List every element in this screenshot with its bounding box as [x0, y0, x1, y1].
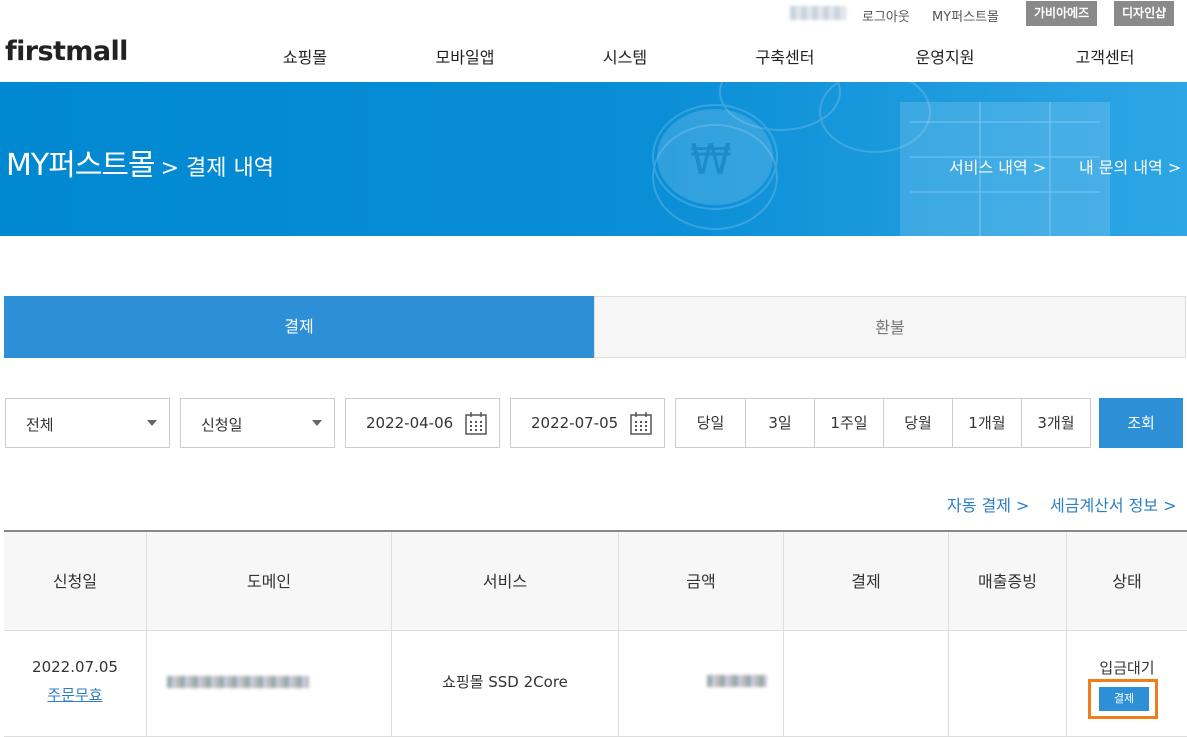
period-3days-button[interactable]: 3일	[745, 399, 814, 447]
col-payment: 결제	[783, 532, 948, 631]
svg-text:₩: ₩	[690, 135, 732, 184]
cell-amount	[618, 631, 783, 737]
chevron-down-icon	[312, 420, 322, 426]
end-date-field[interactable]: 2022-07-05	[510, 398, 665, 448]
design-shop-button[interactable]: 디자인샵	[1114, 1, 1175, 26]
user-name-blurred	[790, 6, 846, 20]
period-1week-button[interactable]: 1주일	[814, 399, 883, 447]
period-today-button[interactable]: 당일	[676, 399, 745, 447]
col-receipt: 매출증빙	[948, 532, 1066, 631]
period-3months-button[interactable]: 3개월	[1021, 399, 1090, 447]
page-title-sub: > 결제 내역	[160, 156, 274, 181]
period-button-group: 당일 3일 1주일 당월 1개월 3개월	[675, 398, 1091, 448]
period-1month-button[interactable]: 1개월	[952, 399, 1021, 447]
cancel-order-link[interactable]: 주문무효	[47, 686, 102, 704]
cell-date: 2022.07.05 주문무효	[4, 631, 146, 737]
col-amount: 금액	[618, 532, 783, 631]
col-date: 신청일	[52, 572, 98, 591]
tab-refund[interactable]: 환불	[594, 296, 1186, 358]
pay-button-highlight: 결제	[1088, 679, 1158, 719]
gabia-button[interactable]: 가비아에즈	[1026, 1, 1098, 26]
nav-shopping-mall[interactable]: 쇼핑몰	[283, 44, 327, 68]
date-type-select[interactable]: 신청일	[180, 398, 335, 448]
col-status: 상태	[1066, 532, 1187, 631]
start-date-field[interactable]: 2022-04-06	[345, 398, 500, 448]
nav-mobile-app[interactable]: 모바일앱	[436, 44, 495, 68]
filter-bar: 전체 신청일 2022-04-06 2022-07-05 당일 3일 1주일 당…	[0, 398, 1187, 448]
pay-button[interactable]: 결제	[1099, 687, 1149, 711]
search-button[interactable]: 조회	[1099, 398, 1183, 448]
nav-system[interactable]: 시스템	[603, 44, 647, 68]
tab-bar: 결제 환불	[4, 296, 1187, 358]
type-select-value: 전체	[26, 416, 54, 434]
auto-payment-link[interactable]: 자동 결제 >	[947, 492, 1029, 516]
cell-payment	[783, 631, 948, 737]
table-header: 신청일 도메인 서비스 금액 결제 매출증빙 상태	[4, 530, 1187, 631]
service-name: 쇼핑몰 SSD 2Core	[442, 673, 568, 691]
domain-blurred	[167, 676, 309, 688]
calendar-icon[interactable]	[465, 411, 487, 435]
tab-payment[interactable]: 결제	[4, 296, 594, 358]
col-service: 서비스	[391, 532, 618, 631]
tax-invoice-link[interactable]: 세금계산서 정보 >	[1050, 492, 1177, 516]
col-domain: 도메인	[146, 532, 391, 631]
utility-bar: 로그아웃 MY퍼스트몰 가비아에즈 디자인샵	[0, 0, 1187, 28]
order-date: 2022.07.05	[32, 658, 118, 676]
status-badge: 입금대기	[1099, 659, 1155, 677]
nav-build-center[interactable]: 구축센터	[756, 44, 815, 68]
service-history-link[interactable]: 서비스 내역 >	[949, 154, 1046, 178]
amount-blurred	[707, 675, 767, 687]
table-row: 2022.07.05 주문무효 쇼핑몰 SSD 2Core 입금대기	[4, 631, 1187, 737]
cell-service: 쇼핑몰 SSD 2Core	[391, 631, 618, 737]
page-title-main: MY퍼스트몰	[6, 148, 156, 183]
start-date-value: 2022-04-06	[366, 414, 454, 432]
nav-customer-center[interactable]: 고객센터	[1076, 44, 1135, 68]
inquiry-history-link[interactable]: 내 문의 내역 >	[1079, 154, 1181, 178]
my-firstmall-link[interactable]: MY퍼스트몰	[932, 6, 999, 25]
cancel-order-wrap: 주문무효	[4, 684, 146, 705]
chevron-down-icon	[147, 420, 157, 426]
date-type-value: 신청일	[201, 416, 243, 434]
cell-receipt	[948, 631, 1066, 737]
nav-support[interactable]: 운영지원	[916, 44, 975, 68]
type-select[interactable]: 전체	[5, 398, 170, 448]
logout-link[interactable]: 로그아웃	[862, 6, 910, 25]
period-this-month-button[interactable]: 당월	[883, 399, 952, 447]
firstmall-logo[interactable]: firstmall	[5, 36, 128, 67]
cell-domain	[146, 631, 391, 737]
end-date-value: 2022-07-05	[531, 414, 619, 432]
page-title: MY퍼스트몰 > 결제 내역	[6, 140, 274, 184]
page-banner: ₩ MY퍼스트몰 > 결제 내역 서비스 내역 > 내 문의 내역 >	[0, 82, 1187, 236]
calendar-icon[interactable]	[630, 411, 652, 435]
